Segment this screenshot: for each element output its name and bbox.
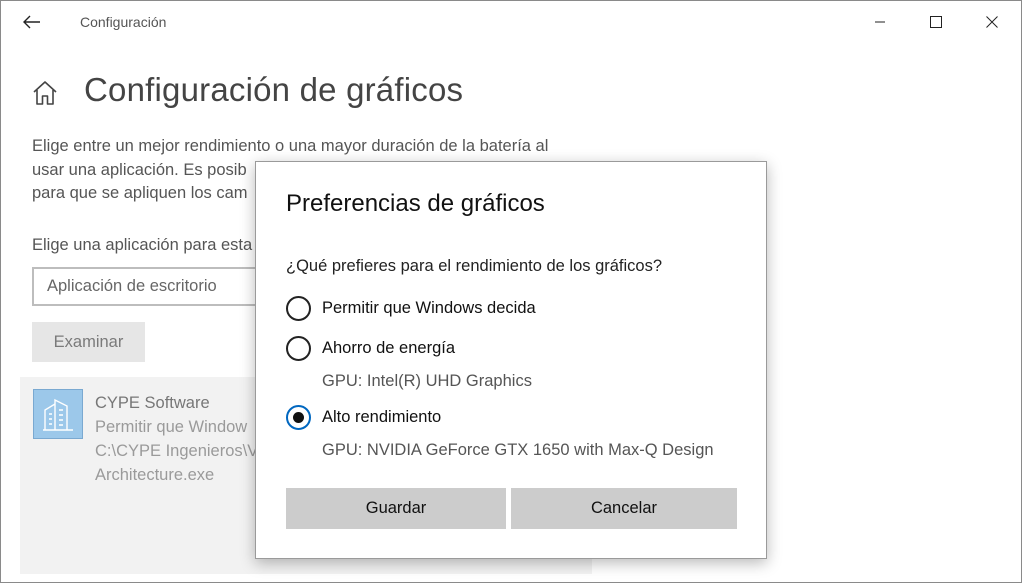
- maximize-button[interactable]: [922, 9, 950, 35]
- option-high-performance[interactable]: Alto rendimiento: [286, 404, 441, 430]
- app-path: C:\CYPE Ingenieros\V: [95, 442, 259, 460]
- gpu-info: GPU: Intel(R) UHD Graphics: [322, 372, 532, 390]
- home-icon[interactable]: [32, 79, 58, 107]
- window-title: Configuración: [80, 14, 167, 30]
- close-button[interactable]: [978, 9, 1006, 35]
- close-icon: [986, 16, 998, 28]
- option-label: Alto rendimiento: [322, 407, 442, 426]
- radio-button[interactable]: [286, 335, 311, 361]
- title-bar: Configuración: [1, 1, 1021, 43]
- graphics-preferences-dialog: Preferencias de gráficos ¿Qué prefieres …: [255, 161, 767, 559]
- app-icon: [33, 389, 83, 439]
- building-icon: [43, 398, 73, 431]
- description-line: Elige entre un mejor rendimiento o una m…: [32, 137, 549, 155]
- dialog-title: Preferencias de gráficos: [286, 190, 545, 217]
- page-title: Configuración de gráficos: [84, 71, 464, 108]
- radio-button[interactable]: [286, 295, 311, 321]
- gpu-info: GPU: NVIDIA GeForce GTX 1650 with Max-Q …: [322, 441, 714, 459]
- browse-button[interactable]: Examinar: [32, 322, 145, 362]
- minimize-icon: [875, 21, 885, 23]
- option-power-saving[interactable]: Ahorro de energía: [286, 335, 455, 361]
- app-executable: Architecture.exe: [95, 466, 215, 484]
- maximize-icon: [930, 16, 942, 28]
- save-button[interactable]: Guardar: [286, 488, 506, 529]
- option-label: Ahorro de energía: [322, 338, 456, 357]
- option-label: Permitir que Windows decida: [322, 298, 536, 317]
- minimize-button[interactable]: [866, 9, 894, 35]
- cancel-button[interactable]: Cancelar: [511, 488, 737, 529]
- app-name: CYPE Software: [95, 394, 210, 412]
- radio-button-selected[interactable]: [286, 404, 311, 430]
- back-arrow-icon: [23, 15, 40, 29]
- back-button[interactable]: [19, 9, 45, 35]
- choose-app-label: Elige una aplicación para esta: [32, 236, 253, 254]
- dialog-question: ¿Qué prefieres para el rendimiento de lo…: [286, 257, 663, 275]
- option-let-windows-decide[interactable]: Permitir que Windows decida: [286, 295, 536, 321]
- app-type-select[interactable]: Aplicación de escritorio: [32, 267, 292, 306]
- app-preference: Permitir que Window: [95, 418, 248, 436]
